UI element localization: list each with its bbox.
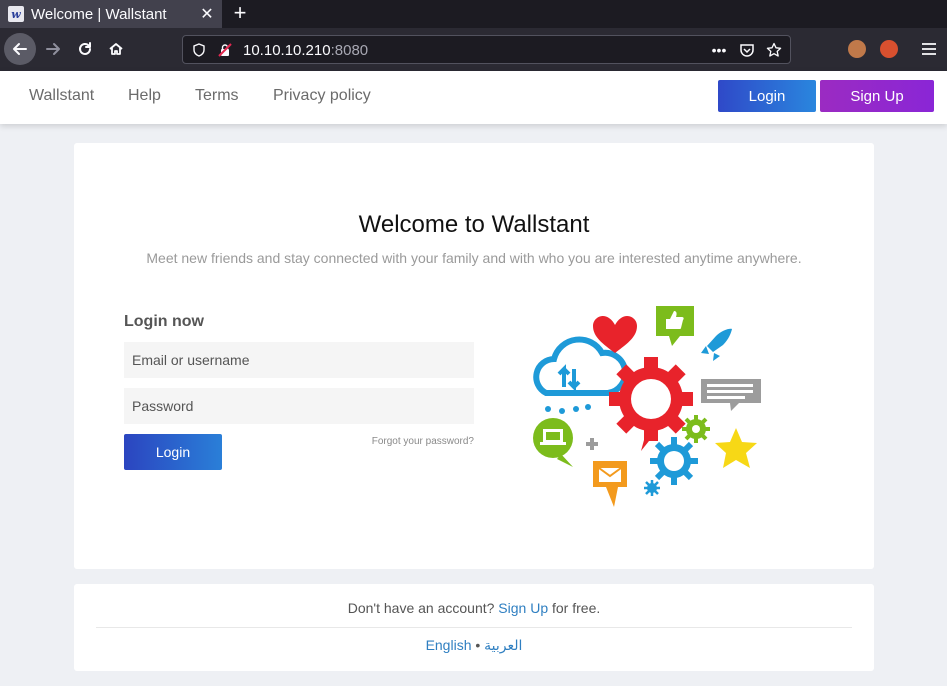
more-actions-icon[interactable]: ••• — [711, 42, 727, 58]
site-header: Wallstant Help Terms Privacy policy Logi… — [0, 71, 947, 124]
url-text: 10.10.10.210:8080 — [243, 42, 368, 59]
social-illustration — [533, 306, 761, 507]
forgot-password-link[interactable]: Forgot your password? — [274, 436, 474, 447]
welcome-card: Welcome to Wallstant Meet new friends an… — [74, 143, 874, 569]
rocket-icon — [701, 328, 732, 361]
home-icon[interactable] — [101, 34, 131, 64]
footer-signup-link[interactable]: Sign Up — [498, 600, 548, 616]
chat-bubble-icon — [701, 379, 761, 411]
signup-prompt: Don't have an account? Sign Up for free. — [74, 600, 874, 616]
small-gear-icon — [682, 415, 710, 443]
forward-arrow-icon[interactable] — [38, 34, 68, 64]
browser-toolbar: 10.10.10.210:8080 ••• — [0, 28, 947, 71]
language-separator: • — [475, 637, 481, 653]
tagline: Meet new friends and stay connected with… — [146, 250, 802, 266]
blue-gear-icon — [650, 437, 698, 485]
tab-title: Welcome | Wallstant — [31, 5, 167, 23]
password-input[interactable] — [124, 388, 474, 424]
mail-icon — [593, 461, 627, 507]
url-port: :8080 — [330, 42, 369, 59]
header-signup-button[interactable]: Sign Up — [820, 80, 934, 112]
tiny-gear-icon — [644, 480, 660, 496]
plus-icon — [586, 438, 598, 450]
gear-icon — [609, 357, 693, 451]
username-input[interactable] — [124, 342, 474, 378]
star-icon — [715, 428, 757, 468]
language-switcher: English • العربية — [74, 637, 874, 654]
url-host: 10.10.10.210 — [243, 42, 331, 59]
reload-icon[interactable] — [70, 34, 100, 64]
url-bar[interactable]: 10.10.10.210:8080 ••• — [182, 35, 791, 64]
footer-card: Don't have an account? Sign Up for free.… — [74, 584, 874, 671]
header-login-button[interactable]: Login — [718, 80, 816, 112]
language-arabic-link[interactable]: العربية — [484, 637, 522, 653]
language-english-link[interactable]: English — [426, 637, 472, 653]
cookie-extension-icon[interactable] — [848, 40, 866, 58]
nav-link-terms[interactable]: Terms — [195, 87, 239, 105]
shield-icon[interactable] — [191, 42, 207, 58]
bookmark-star-icon[interactable] — [766, 42, 782, 58]
insecure-lock-icon[interactable] — [217, 42, 233, 58]
nav-link-home[interactable]: Wallstant — [29, 87, 94, 105]
close-icon[interactable]: ✕ — [196, 4, 218, 24]
nav-link-help[interactable]: Help — [128, 87, 161, 105]
new-tab-plus-icon[interactable]: + — [228, 0, 252, 28]
back-arrow-icon[interactable] — [4, 33, 36, 65]
menu-hamburger-icon[interactable] — [914, 34, 944, 64]
login-heading: Login now — [124, 313, 204, 330]
divider — [96, 627, 852, 628]
extension-icon[interactable] — [880, 40, 898, 58]
browser-tab-bar: w Welcome | Wallstant ✕ + — [0, 0, 947, 28]
no-account-text: Don't have an account? — [347, 600, 495, 616]
login-button[interactable]: Login — [124, 434, 222, 470]
nav-link-privacy[interactable]: Privacy policy — [273, 87, 371, 105]
pocket-icon[interactable] — [739, 42, 755, 58]
page-title: Welcome to Wallstant — [358, 211, 590, 238]
browser-tab[interactable]: w Welcome | Wallstant ✕ — [0, 0, 222, 28]
for-free-text: for free. — [552, 600, 601, 616]
laptop-icon — [533, 418, 573, 467]
thumbs-up-icon — [656, 306, 694, 346]
wallstant-favicon-icon: w — [8, 6, 24, 22]
